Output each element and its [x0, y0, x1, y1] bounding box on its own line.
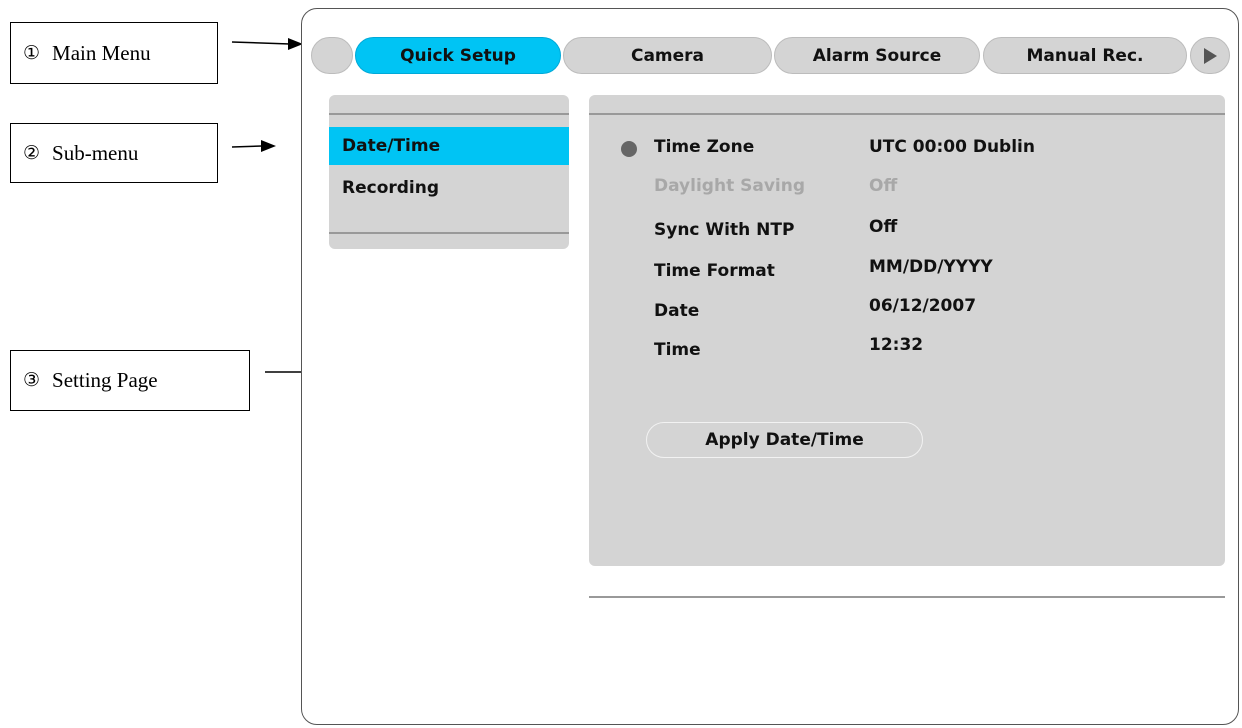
- sub-menu-panel: Date/Time Recording: [329, 95, 569, 249]
- arrow-sub-menu: [231, 145, 263, 148]
- setting-row-date[interactable]: Date 06/12/2007: [589, 296, 1225, 331]
- setting-row-time-zone[interactable]: Time Zone UTC 00:00 Dublin: [589, 137, 1225, 167]
- next-tab-button[interactable]: [1190, 37, 1230, 74]
- setting-label: Time Format: [654, 261, 775, 281]
- setting-value: Off: [869, 176, 898, 196]
- setting-label: Time Zone: [654, 137, 755, 157]
- setting-value[interactable]: 12:32: [869, 335, 923, 355]
- setting-value[interactable]: 06/12/2007: [869, 296, 976, 316]
- divider: [589, 596, 1225, 598]
- setting-row-time[interactable]: Time 12:32: [589, 335, 1225, 370]
- apply-date-time-button[interactable]: Apply Date/Time: [646, 422, 923, 458]
- divider: [329, 232, 569, 234]
- setting-row-sync-ntp[interactable]: Sync With NTP Off: [589, 217, 1225, 250]
- sub-menu-item-recording[interactable]: Recording: [329, 169, 569, 207]
- selection-bullet-icon: [621, 141, 637, 157]
- tab-quick-setup[interactable]: Quick Setup: [355, 37, 561, 74]
- play-triangle-icon: [1204, 47, 1217, 64]
- setting-page-panel: Time Zone UTC 00:00 Dublin Daylight Savi…: [589, 95, 1225, 598]
- setting-value[interactable]: UTC 00:00 Dublin: [869, 137, 1035, 157]
- tab-prev-stub[interactable]: [311, 37, 353, 74]
- setting-label: Daylight Saving: [654, 176, 806, 196]
- tab-camera[interactable]: Camera: [563, 37, 772, 74]
- arrow-sub-menu-head: [261, 140, 276, 152]
- tab-manual-rec[interactable]: Manual Rec.: [983, 37, 1187, 74]
- setting-label: Time: [654, 340, 701, 360]
- divider: [329, 113, 569, 115]
- setting-value[interactable]: Off: [869, 217, 897, 237]
- setting-label: Date: [654, 301, 700, 321]
- divider: [589, 113, 1225, 115]
- sub-menu-item-date-time[interactable]: Date/Time: [329, 127, 569, 165]
- setting-row-daylight-saving: Daylight Saving Off: [589, 176, 1225, 206]
- setting-value[interactable]: MM/DD/YYYY: [869, 257, 993, 277]
- setting-row-time-format[interactable]: Time Format MM/DD/YYYY: [589, 257, 1225, 291]
- tab-alarm-source[interactable]: Alarm Source: [774, 37, 980, 74]
- setting-label: Sync With NTP: [654, 220, 795, 240]
- arrow-main-menu: [231, 41, 291, 45]
